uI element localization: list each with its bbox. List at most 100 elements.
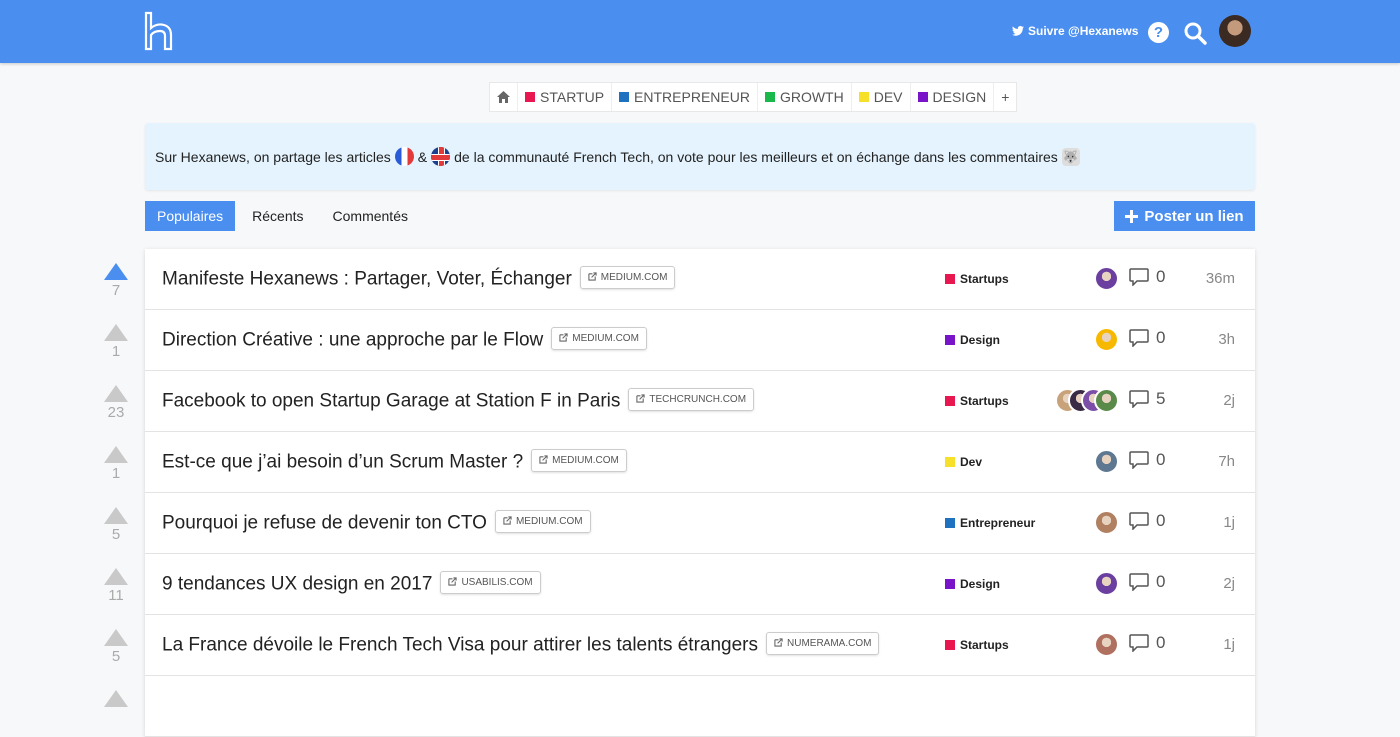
category-color-icon [945, 457, 955, 467]
upvote-button[interactable]: 5 [104, 629, 128, 665]
tab-commentes[interactable]: Commentés [321, 201, 420, 231]
comments-link[interactable]: 0 [1129, 633, 1165, 653]
post-title-link[interactable]: La France dévoile le French Tech Visa po… [162, 632, 880, 657]
domain-badge[interactable]: MEDIUM.COM [579, 266, 676, 289]
user-avatar[interactable] [1219, 15, 1251, 47]
category-dev[interactable]: DEV [852, 83, 911, 111]
upvote-button[interactable]: 7 [104, 263, 128, 299]
commenter-avatar[interactable] [1094, 632, 1119, 657]
vote-count: 5 [111, 648, 121, 665]
category-label: DEV [873, 89, 903, 105]
comments-link[interactable]: 5 [1129, 389, 1165, 409]
domain-label: MEDIUM.COM [552, 455, 619, 466]
post-category[interactable]: Startups [945, 272, 1009, 286]
category-label: STARTUP [540, 89, 605, 105]
post-row: 23 Facebook to open Startup Garage at St… [104, 371, 1255, 432]
category-nav: STARTUP ENTREPRENEUR GROWTH DEV DESIGN + [489, 82, 1018, 112]
post-title: Pourquoi je refuse de devenir ton CTO [162, 512, 487, 534]
post-time: 1j [1223, 636, 1235, 653]
vote-count: 23 [107, 404, 125, 421]
external-link-icon [539, 455, 548, 464]
commenter-avatars [1094, 510, 1119, 535]
info-ampersand: & [417, 148, 428, 165]
category-startup[interactable]: STARTUP [518, 83, 613, 111]
help-icon[interactable]: ? [1148, 22, 1169, 43]
comment-icon [1129, 634, 1149, 652]
info-text: de la communauté French Tech, on vote po… [454, 148, 1058, 165]
upvote-button[interactable]: 1 [104, 324, 128, 360]
commenter-avatar[interactable] [1094, 510, 1119, 535]
comment-icon [1129, 451, 1149, 469]
domain-label: MEDIUM.COM [600, 272, 668, 283]
post-category[interactable]: Design [945, 333, 1000, 347]
domain-badge[interactable]: NUMERAMA.COM [766, 632, 880, 655]
vote-count: 7 [111, 282, 121, 299]
home-icon[interactable] [490, 83, 518, 111]
comments-link[interactable]: 0 [1129, 511, 1165, 531]
upvote-arrow-icon [104, 263, 128, 280]
domain-badge[interactable]: USABILIS.COM [440, 571, 541, 594]
category-color-icon [945, 579, 955, 589]
comments-link[interactable]: 0 [1129, 328, 1165, 348]
domain-badge[interactable]: MEDIUM.COM [494, 510, 591, 533]
category-label: Startups [960, 394, 1009, 408]
post-title-link[interactable]: Direction Créative : une approche par le… [162, 327, 647, 352]
upvote-button[interactable]: 23 [104, 385, 128, 421]
post-category[interactable]: Dev [945, 455, 982, 469]
comments-link[interactable]: 0 [1129, 267, 1165, 287]
upvote-arrow-icon [104, 690, 128, 707]
post-row: 5 La France dévoile le French Tech Visa … [104, 615, 1255, 676]
commenter-avatar[interactable] [1094, 449, 1119, 474]
upvote-button[interactable]: 1 [104, 446, 128, 482]
category-label: Dev [960, 455, 983, 469]
tab-recents[interactable]: Récents [240, 201, 315, 231]
commenter-avatar[interactable] [1094, 571, 1119, 596]
upvote-button[interactable]: 11 [104, 568, 128, 604]
post-title-link[interactable]: Manifeste Hexanews : Partager, Voter, Éc… [162, 266, 676, 291]
post-category[interactable]: Startups [945, 394, 1009, 408]
category-design[interactable]: DESIGN [911, 83, 995, 111]
comments-link[interactable]: 0 [1129, 450, 1165, 470]
post-title-link[interactable]: Pourquoi je refuse de devenir ton CTO MED… [162, 510, 591, 535]
design-color-icon [917, 92, 928, 102]
commenter-avatar[interactable] [1094, 266, 1119, 291]
category-entrepreneur[interactable]: ENTREPRENEUR [612, 83, 758, 111]
post-category[interactable]: Entrepreneur [945, 516, 1035, 530]
domain-label: NUMERAMA.COM [787, 638, 872, 649]
post-time: 7h [1218, 453, 1235, 470]
tab-populaires[interactable]: Populaires [145, 201, 236, 231]
search-icon[interactable] [1183, 21, 1207, 45]
post-category[interactable]: Startups [945, 638, 1009, 652]
post-title-link[interactable]: Facebook to open Startup Garage at Stati… [162, 388, 755, 413]
comment-icon [1129, 512, 1149, 530]
post-row: 1 Est-ce que j’ai besoin d’un Scrum Mast… [104, 432, 1255, 493]
external-link-icon [588, 272, 597, 281]
post-row: 7 Manifeste Hexanews : Partager, Voter, … [104, 249, 1255, 310]
commenter-avatar[interactable] [1094, 388, 1119, 413]
post-category[interactable]: Design [945, 577, 1000, 591]
post-row: 11 9 tendances UX design en 2017 USABILIS… [104, 554, 1255, 615]
hexanews-logo-icon[interactable] [143, 11, 175, 51]
upvote-button[interactable]: 5 [104, 507, 128, 543]
domain-label: USABILIS.COM [461, 577, 533, 588]
domain-badge[interactable]: MEDIUM.COM [531, 449, 627, 472]
post-link-button[interactable]: Poster un lien [1114, 201, 1255, 231]
post-title-link[interactable]: 9 tendances UX design en 2017 USABILIS.CO… [162, 571, 541, 596]
info-banner: Sur Hexanews, on partage les articles & … [145, 123, 1255, 190]
commenter-avatar[interactable] [1094, 327, 1119, 352]
domain-badge[interactable]: MEDIUM.COM [551, 327, 647, 350]
post-title-link[interactable]: Est-ce que j’ai besoin d’un Scrum Master… [162, 449, 627, 474]
domain-badge[interactable]: TECHCRUNCH.COM [628, 388, 755, 411]
post-title: Direction Créative : une approche par le… [162, 329, 544, 351]
category-label: Design [960, 577, 1001, 591]
comments-link[interactable]: 0 [1129, 572, 1165, 592]
post-time: 1j [1223, 514, 1235, 531]
growth-color-icon [764, 92, 775, 102]
commenter-avatars [1094, 327, 1119, 352]
category-growth[interactable]: GROWTH [758, 83, 852, 111]
add-category-button[interactable]: + [994, 83, 1016, 111]
upvote-arrow-icon [104, 507, 128, 524]
twitter-follow-link[interactable]: Suivre @Hexanews [1012, 24, 1138, 38]
upvote-button[interactable] [104, 690, 128, 707]
post-time: 3h [1218, 331, 1235, 348]
